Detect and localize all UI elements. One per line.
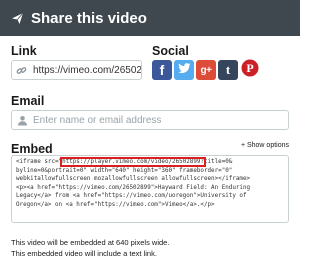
google-plus-icon: g+ bbox=[200, 64, 212, 76]
dialog-header: Share this video bbox=[0, 0, 300, 36]
tumblr-button[interactable]: t bbox=[218, 60, 238, 80]
embed-code-line: webkitallowfullscreen mozallowfullscreen… bbox=[16, 176, 251, 182]
embed-code-line: Legacy</a> from <a href="https://vimeo.c… bbox=[16, 193, 247, 199]
link-input[interactable] bbox=[33, 64, 141, 76]
social-label: Social bbox=[152, 44, 189, 58]
link-chain-icon bbox=[16, 65, 27, 76]
paper-plane-icon bbox=[11, 12, 24, 25]
twitter-button[interactable] bbox=[174, 60, 194, 80]
embed-label: Embed bbox=[11, 142, 53, 156]
embed-code-line: Oregon</a> on <a href="https://vimeo.com… bbox=[16, 201, 215, 208]
facebook-icon: f bbox=[159, 62, 165, 78]
tumblr-icon: t bbox=[225, 62, 231, 77]
pinterest-icon: P bbox=[241, 59, 259, 82]
embed-code-line: byline=0&portrait=0" width="640" height=… bbox=[16, 167, 233, 174]
embed-code-url-highlight: https://player.vimeo.com/video/26502899? bbox=[60, 157, 206, 167]
link-label: Link bbox=[11, 44, 37, 58]
embed-code-line1-rest: title=0& bbox=[203, 159, 233, 165]
link-field[interactable] bbox=[11, 60, 142, 80]
embed-code-line: <p><a href="https://vimeo.com/26502899">… bbox=[16, 184, 251, 191]
pinterest-button[interactable]: P bbox=[240, 59, 260, 82]
twitter-bird-icon bbox=[177, 61, 191, 79]
google-plus-button[interactable]: g+ bbox=[196, 60, 216, 80]
email-field[interactable] bbox=[11, 110, 289, 130]
social-buttons: f g+ t P bbox=[152, 59, 260, 82]
svg-text:P: P bbox=[246, 61, 253, 75]
show-options-link[interactable]: + Show options bbox=[241, 142, 289, 149]
embed-code-prefix: <iframe src=" bbox=[16, 159, 63, 165]
person-icon bbox=[17, 115, 28, 126]
facebook-button[interactable]: f bbox=[152, 60, 172, 80]
embed-text-link-note: This embedded video will include a text … bbox=[11, 249, 157, 258]
email-label: Email bbox=[11, 94, 45, 108]
embed-width-note: This video will be embedded at 640 pixel… bbox=[11, 238, 170, 247]
dialog-title: Share this video bbox=[31, 9, 147, 27]
embed-code-textarea[interactable]: <iframe src="https://player.vimeo.com/vi… bbox=[11, 155, 289, 223]
email-input[interactable] bbox=[33, 114, 283, 126]
